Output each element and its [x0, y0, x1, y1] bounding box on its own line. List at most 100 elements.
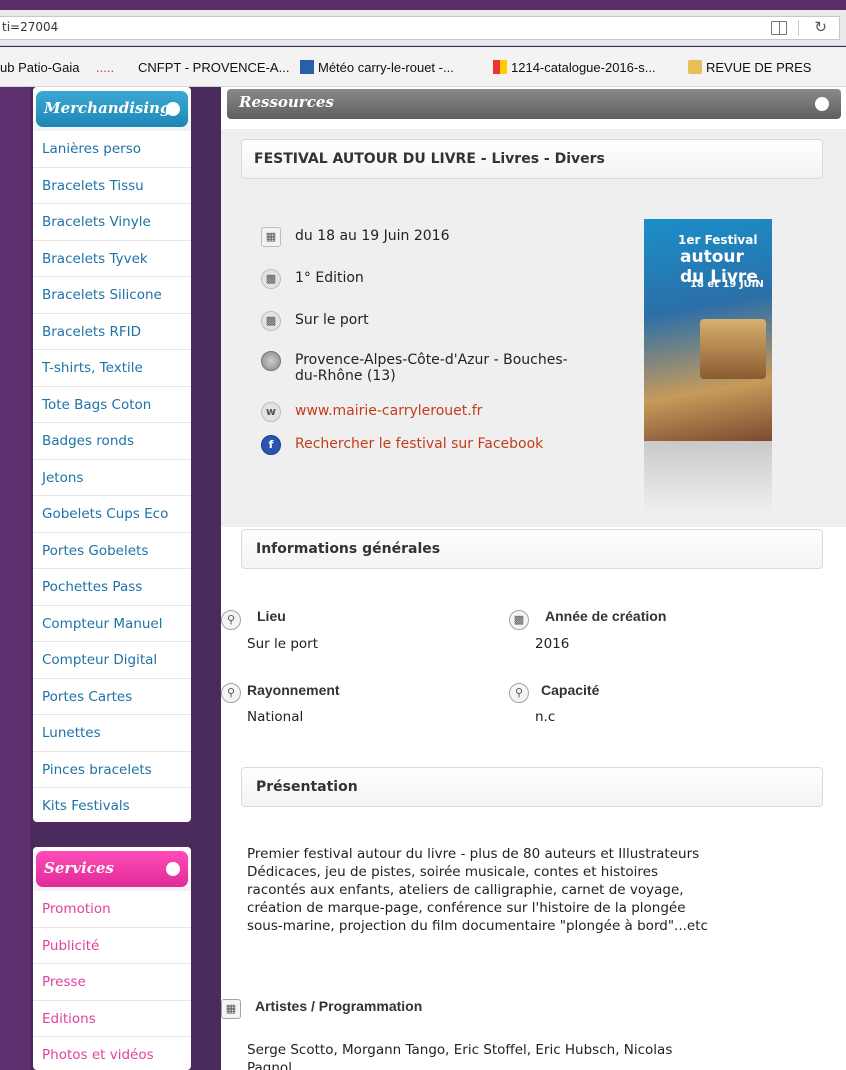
artists-text: Serge Scotto, Morgann Tango, Eric Stoffe… — [247, 1041, 807, 1070]
folder-icon — [688, 60, 702, 74]
sidebar-item-jetons[interactable]: Jetons — [33, 460, 191, 496]
presentation-line: Dédicaces, jeu de pistes, soirée musical… — [247, 864, 659, 880]
bookmarks-bar: ub Patio-Gaia ..... CNFPT - PROVENCE-A..… — [0, 47, 846, 87]
capacite-label: Capacité — [541, 682, 600, 698]
bookmark-catalogue[interactable]: 1214-catalogue-2016-s... — [493, 60, 656, 75]
event-location: Sur le port — [295, 312, 369, 328]
bookmark-revue-label: REVUE DE PRES — [706, 60, 812, 75]
presentation-line: création de marque-page, conférence sur … — [247, 900, 686, 916]
sidebar-item-pochettes-pass[interactable]: Pochettes Pass — [33, 569, 191, 606]
bookmark-patio-gaia[interactable]: ub Patio-Gaia — [0, 60, 80, 75]
window-frame-top — [0, 0, 846, 10]
poster-books-image — [700, 319, 766, 379]
general-info-header: Informations générales — [241, 529, 823, 569]
sidebar-item-gobelets[interactable]: Gobelets Cups Eco — [33, 496, 191, 533]
event-edition: 1° Edition — [295, 270, 364, 286]
sidebar-item-tote-bags[interactable]: Tote Bags Coton — [33, 387, 191, 423]
services-dot-icon — [166, 862, 180, 876]
reload-icon[interactable]: ↻ — [814, 18, 827, 36]
sidebar-item-portes-cartes[interactable]: Portes Cartes — [33, 679, 191, 715]
sidebar-item-presse[interactable]: Presse — [33, 964, 191, 1001]
calendar-icon: ▦ — [261, 227, 281, 247]
main-content: Ressources FESTIVAL AUTOUR DU LIVRE - Li… — [221, 87, 846, 1070]
event-website-link[interactable]: www.mairie-carrylerouet.fr — [295, 403, 482, 419]
resources-title: Ressources — [239, 93, 334, 111]
presentation-line: sous-marine, projection du film document… — [247, 918, 708, 934]
place-icon: ▩ — [261, 311, 281, 331]
bookmark-dots[interactable]: ..... — [96, 60, 114, 75]
reader-view-icon[interactable] — [771, 21, 787, 35]
program-icon: ▦ — [221, 999, 241, 1019]
lieu-label: Lieu — [257, 608, 286, 624]
catalogue-icon — [493, 60, 507, 74]
poster-date: 18 et 19 JUIN — [690, 279, 764, 290]
website-icon: w — [261, 402, 281, 422]
sidebar-item-bracelets-tyvek[interactable]: Bracelets Tyvek — [33, 241, 191, 277]
merch-title-pill[interactable]: Merchandising — [36, 91, 188, 127]
merch-header: Merchandising — [33, 87, 191, 131]
bookmark-meteo[interactable]: Météo carry-le-rouet -... — [300, 60, 454, 75]
sidebar: Merchandising Lanières perso Bracelets T… — [30, 87, 195, 1070]
sidebar-item-photos-videos[interactable]: Photos et vidéos — [33, 1037, 191, 1070]
lieu-value: Sur le port — [247, 636, 318, 652]
poster-line1: 1er Festival — [678, 233, 758, 247]
annee-label: Année de création — [545, 608, 667, 624]
event-title: FESTIVAL AUTOUR DU LIVRE - Livres - Dive… — [241, 139, 823, 179]
sidebar-item-bracelets-vinyle[interactable]: Bracelets Vinyle — [33, 204, 191, 241]
pin-icon: ⚲ — [221, 610, 241, 630]
bookmark-cnfpt[interactable]: CNFPT - PROVENCE-A... — [138, 60, 289, 75]
event-poster[interactable]: 1er Festival autour du Livre 18 et 19 JU… — [644, 219, 772, 441]
poster-reflection — [644, 441, 772, 513]
resources-bar: Ressources — [227, 89, 841, 119]
sidebar-item-kits[interactable]: Kits Festivals — [33, 788, 191, 822]
presentation-line: racontés aux enfants, ateliers de callig… — [247, 882, 684, 898]
sidebar-item-editions[interactable]: Editions — [33, 1001, 191, 1037]
event-dates: du 18 au 19 Juin 2016 — [295, 228, 450, 244]
bookmark-revue[interactable]: REVUE DE PRES — [688, 60, 811, 75]
url-separator — [798, 20, 799, 36]
sidebar-item-pinces[interactable]: Pinces bracelets — [33, 752, 191, 788]
resources-dot-icon — [815, 97, 829, 111]
sidebar-item-lanieres[interactable]: Lanières perso — [33, 131, 191, 168]
event-region: Provence-Alpes-Côte-d'Azur - Bouches- du… — [295, 352, 568, 384]
magnifier-icon: ⚲ — [509, 683, 529, 703]
calendar-small-icon: ▩ — [261, 269, 281, 289]
merch-menu: Merchandising Lanières perso Bracelets T… — [33, 87, 191, 822]
presentation-line: Premier festival autour du livre - plus … — [247, 846, 700, 862]
sidebar-item-compteur-manuel[interactable]: Compteur Manuel — [33, 606, 191, 642]
services-header: Services — [33, 847, 191, 891]
sidebar-item-lunettes[interactable]: Lunettes — [33, 715, 191, 752]
sidebar-item-compteur-digital[interactable]: Compteur Digital — [33, 642, 191, 679]
globe-icon — [261, 351, 281, 371]
capacite-value: n.c — [535, 709, 556, 725]
event-region-line1: Provence-Alpes-Côte-d'Azur - Bouches- — [295, 352, 568, 368]
page-left-edge — [0, 87, 30, 1070]
services-menu: Services Promotion Publicité Presse Edit… — [33, 847, 191, 1070]
event-region-line2: du-Rhône (13) — [295, 368, 396, 384]
services-title-pill[interactable]: Services — [36, 851, 188, 887]
rayonnement-value: National — [247, 709, 304, 725]
meteo-icon — [300, 60, 314, 74]
bookmark-meteo-label: Météo carry-le-rouet -... — [318, 60, 454, 75]
artists-line: Pagnol... — [247, 1060, 305, 1070]
bookmark-catalogue-label: 1214-catalogue-2016-s... — [511, 60, 656, 75]
address-bar-area: ti=27004 ↻ — [0, 10, 846, 46]
sidebar-item-publicite[interactable]: Publicité — [33, 928, 191, 964]
magnifier-icon: ⚲ — [221, 683, 241, 703]
sidebar-item-bracelets-silicone[interactable]: Bracelets Silicone — [33, 277, 191, 314]
sidebar-item-promotion[interactable]: Promotion — [33, 891, 191, 928]
artists-label: Artistes / Programmation — [255, 998, 423, 1014]
artists-line: Serge Scotto, Morgann Tango, Eric Stoffe… — [247, 1042, 673, 1058]
sidebar-item-bracelets-rfid[interactable]: Bracelets RFID — [33, 314, 191, 350]
sidebar-item-portes-gobelets[interactable]: Portes Gobelets — [33, 533, 191, 569]
sidebar-item-bracelets-tissu[interactable]: Bracelets Tissu — [33, 168, 191, 204]
event-facebook-link[interactable]: Rechercher le festival sur Facebook — [295, 436, 543, 452]
url-input[interactable]: ti=27004 ↻ — [0, 16, 840, 40]
rayonnement-label: Rayonnement — [247, 682, 340, 698]
sidebar-item-tshirts[interactable]: T-shirts, Textile — [33, 350, 191, 387]
presentation-text: Premier festival autour du livre - plus … — [247, 845, 807, 935]
url-text: ti=27004 — [2, 20, 59, 34]
sidebar-item-badges[interactable]: Badges ronds — [33, 423, 191, 460]
merch-title: Merchandising — [44, 99, 171, 117]
services-title: Services — [44, 859, 114, 877]
